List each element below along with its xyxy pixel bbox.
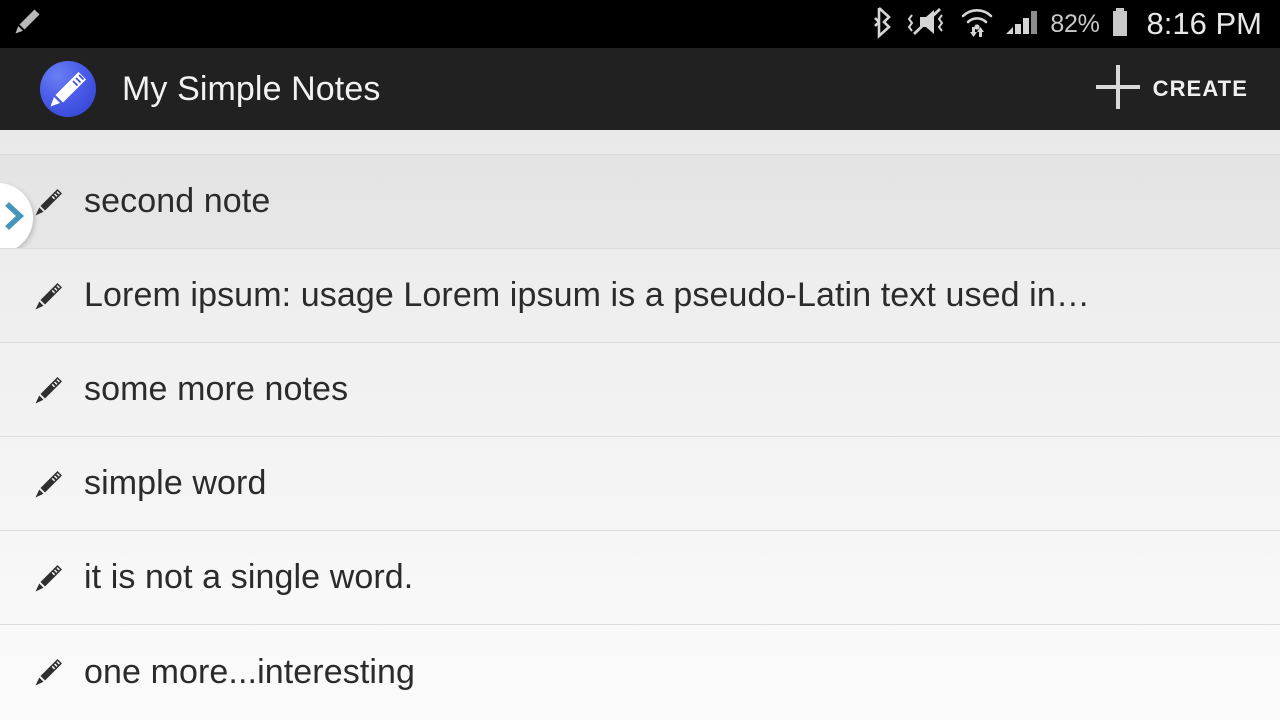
- page-title: My Simple Notes: [122, 69, 381, 108]
- pencil-icon: [30, 277, 68, 315]
- note-title: some more notes: [84, 370, 349, 408]
- volume-mute-vibrate-icon: [906, 5, 950, 44]
- list-item[interactable]: my first note in app: [0, 130, 1280, 155]
- battery-icon: [1109, 5, 1131, 44]
- note-title: simple word: [84, 464, 267, 502]
- wifi-icon: [959, 5, 995, 44]
- cellular-signal-icon: [1004, 5, 1040, 44]
- list-item[interactable]: one more...interesting: [0, 625, 1280, 719]
- chevron-right-icon: [1, 199, 27, 238]
- pencil-icon: [30, 653, 68, 691]
- note-title: one more...interesting: [84, 652, 416, 691]
- note-title: second note: [84, 182, 271, 220]
- app-pencil-icon: [40, 61, 96, 117]
- pencil-icon: [30, 559, 68, 597]
- app-bar: My Simple Notes CREATE: [0, 48, 1280, 130]
- bluetooth-icon: [871, 5, 897, 44]
- status-bar-notifications: [10, 5, 871, 44]
- pencil-icon: [30, 183, 68, 221]
- status-bar-system-icons: 82% 8:16 PM: [871, 5, 1262, 44]
- app-screen: 82% 8:16 PM My Simple Notes CREATE secon…: [0, 0, 1280, 720]
- list-item[interactable]: second note: [0, 155, 1280, 249]
- note-list[interactable]: my first note in app: [0, 130, 1280, 720]
- battery-percent-label: 82%: [1050, 9, 1100, 38]
- list-item[interactable]: it is not a single word.: [0, 531, 1280, 625]
- swipe-hint-circle[interactable]: [0, 183, 33, 248]
- list-item[interactable]: some more notes: [0, 343, 1280, 437]
- status-bar-clock: 8:16 PM: [1146, 6, 1262, 41]
- status-bar: 82% 8:16 PM: [0, 0, 1280, 48]
- note-title: Lorem ipsum: usage Lorem ipsum is a pseu…: [84, 276, 1090, 314]
- note-title: it is not a single word.: [84, 558, 414, 596]
- list-item[interactable]: simple word: [0, 437, 1280, 531]
- create-button-label: CREATE: [1152, 76, 1248, 101]
- create-button[interactable]: CREATE: [1089, 56, 1258, 123]
- list-item[interactable]: Lorem ipsum: usage Lorem ipsum is a pseu…: [0, 249, 1280, 343]
- pencil-icon: [10, 5, 44, 44]
- pencil-icon: [30, 371, 68, 409]
- plus-icon: [1095, 64, 1141, 115]
- pencil-icon: [30, 465, 68, 503]
